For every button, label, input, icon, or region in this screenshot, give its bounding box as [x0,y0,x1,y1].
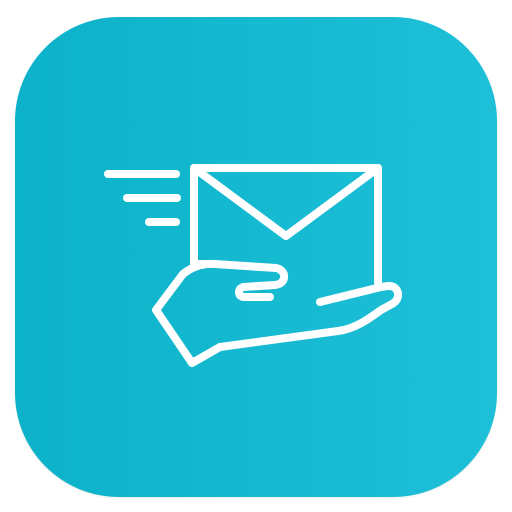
hand-icon [152,259,403,367]
mail-delivery-hand-icon [104,164,403,367]
icon-canvas [0,0,512,512]
